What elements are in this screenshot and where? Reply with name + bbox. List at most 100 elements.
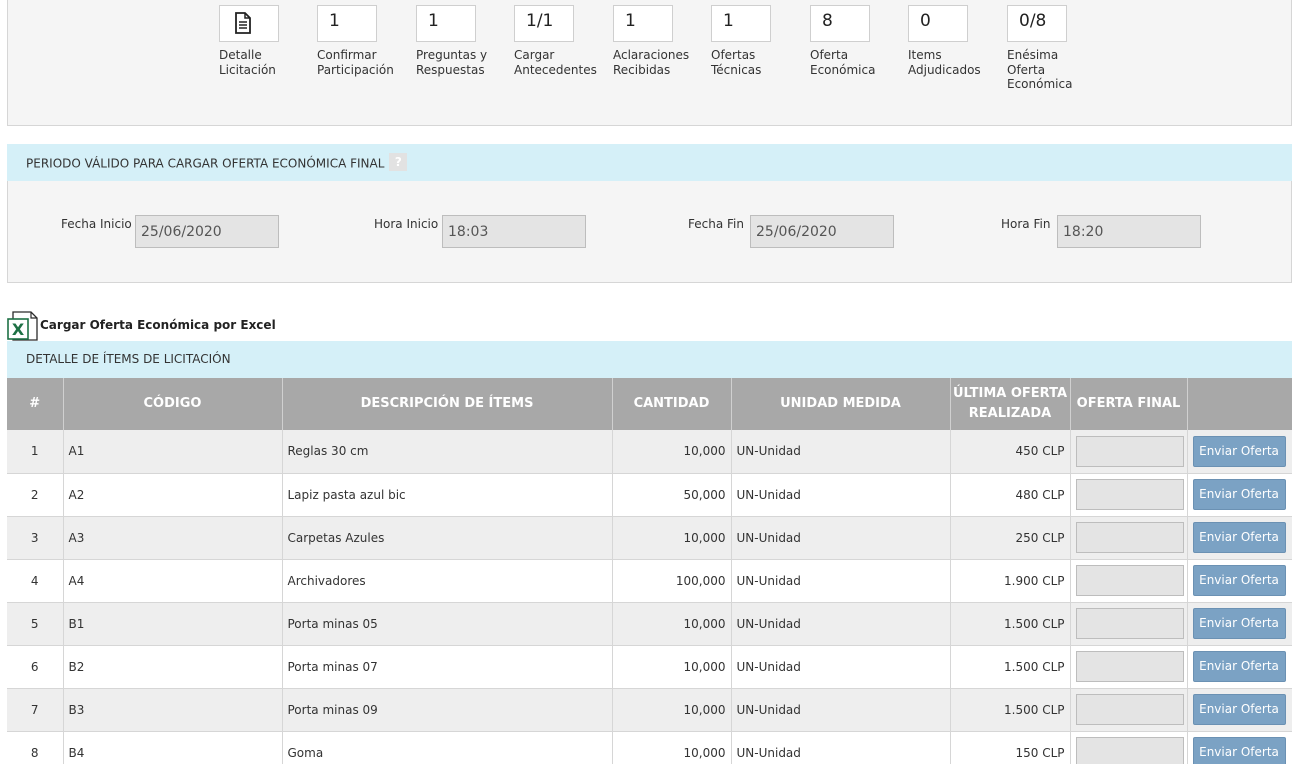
step-box[interactable] bbox=[219, 5, 279, 42]
oferta-final-input[interactable] bbox=[1075, 522, 1184, 553]
step-preguntas-respuestas[interactable]: 1 Preguntas y Respuestas bbox=[416, 5, 511, 77]
hora-fin-field[interactable]: 18:20 bbox=[1057, 215, 1201, 248]
cell-action: Enviar Oferta bbox=[1187, 430, 1292, 474]
step-cargar-antecedentes[interactable]: 1/1 Cargar Antecedentes bbox=[514, 5, 609, 77]
step-box[interactable]: 8 bbox=[810, 5, 870, 42]
cell-num: 1 bbox=[7, 430, 64, 474]
step-oferta-economica[interactable]: 8 Oferta Económica bbox=[810, 5, 905, 77]
cell-ultima-oferta: 480 CLP bbox=[950, 473, 1071, 517]
col-codigo-header: CÓDIGO bbox=[63, 378, 283, 430]
cell-oferta-final bbox=[1070, 430, 1188, 474]
oferta-final-input[interactable] bbox=[1075, 608, 1184, 639]
cell-action: Enviar Oferta bbox=[1187, 473, 1292, 517]
cell-unidad: UN-Unidad bbox=[731, 559, 951, 603]
oferta-final-input[interactable] bbox=[1075, 565, 1184, 596]
help-icon[interactable]: ? bbox=[389, 153, 408, 171]
table-row: 7 B3 Porta minas 09 10,000 UN-Unidad 1.5… bbox=[7, 688, 1292, 732]
enviar-oferta-button[interactable]: Enviar Oferta bbox=[1192, 479, 1286, 510]
cell-codigo: A1 bbox=[63, 430, 283, 474]
enviar-oferta-button[interactable]: Enviar Oferta bbox=[1192, 694, 1286, 725]
cargar-excel-label[interactable]: Cargar Oferta Económica por Excel bbox=[40, 318, 276, 332]
cell-codigo: B1 bbox=[63, 602, 283, 646]
cell-descripcion: Carpetas Azules bbox=[282, 516, 613, 560]
step-box[interactable]: 1 bbox=[317, 5, 377, 42]
excel-icon: X bbox=[7, 311, 38, 341]
col-num-header: # bbox=[7, 378, 64, 430]
hora-inicio-field[interactable]: 18:03 bbox=[442, 215, 586, 248]
step-aclaraciones-recibidas[interactable]: 1 Aclaraciones Recibidas bbox=[613, 5, 708, 77]
oferta-final-input[interactable] bbox=[1075, 479, 1184, 510]
step-confirmar-participacion[interactable]: 1 Confirmar Participación bbox=[317, 5, 412, 77]
cell-unidad: UN-Unidad bbox=[731, 516, 951, 560]
cell-unidad: UN-Unidad bbox=[731, 645, 951, 689]
step-box[interactable]: 1 bbox=[711, 5, 771, 42]
cell-oferta-final bbox=[1070, 559, 1188, 603]
cell-num: 2 bbox=[7, 473, 64, 517]
step-box[interactable]: 1 bbox=[613, 5, 673, 42]
cell-cantidad: 50,000 bbox=[612, 473, 732, 517]
col-ultima-oferta-header: ÚLTIMA OFERTA REALIZADA bbox=[950, 378, 1071, 430]
cell-cantidad: 10,000 bbox=[612, 516, 732, 560]
step-box[interactable]: 1/1 bbox=[514, 5, 574, 42]
cell-descripcion: Goma bbox=[282, 731, 613, 764]
document-icon bbox=[235, 12, 251, 34]
step-enesima-oferta-economica[interactable]: 0/8 Enésima Oferta Económica bbox=[1007, 5, 1102, 92]
col-action-header bbox=[1187, 378, 1292, 430]
oferta-final-input[interactable] bbox=[1075, 737, 1184, 764]
steps-panel: Detalle Licitación 1 Confirmar Participaci… bbox=[7, 0, 1292, 126]
cell-cantidad: 10,000 bbox=[612, 688, 732, 732]
periodo-panel: Fecha Inicio 25/06/2020 Hora Inicio 18:0… bbox=[7, 181, 1292, 283]
step-box[interactable]: 1 bbox=[416, 5, 476, 42]
step-detalle-licitacion[interactable]: Detalle Licitación bbox=[219, 5, 314, 77]
periodo-header: PERIODO VÁLIDO PARA CARGAR OFERTA ECONÓM… bbox=[7, 144, 1292, 181]
cell-num: 7 bbox=[7, 688, 64, 732]
cell-codigo: B4 bbox=[63, 731, 283, 764]
cell-descripcion: Porta minas 09 bbox=[282, 688, 613, 732]
step-items-adjudicados[interactable]: 0 Items Adjudicados bbox=[908, 5, 1003, 77]
cell-action: Enviar Oferta bbox=[1187, 645, 1292, 689]
enviar-oferta-button[interactable]: Enviar Oferta bbox=[1192, 435, 1286, 467]
step-label: Detalle Licitación bbox=[219, 48, 276, 77]
cell-codigo: A3 bbox=[63, 516, 283, 560]
table-row: 1 A1 Reglas 30 cm 10,000 UN-Unidad 450 C… bbox=[7, 430, 1292, 474]
cell-descripcion: Reglas 30 cm bbox=[282, 430, 613, 474]
cell-ultima-oferta: 450 CLP bbox=[950, 430, 1071, 474]
step-label: Cargar Antecedentes bbox=[514, 48, 597, 77]
step-label: Enésima Oferta Económica bbox=[1007, 48, 1073, 91]
step-box[interactable]: 0 bbox=[908, 5, 968, 42]
cell-action: Enviar Oferta bbox=[1187, 688, 1292, 732]
cell-oferta-final bbox=[1070, 602, 1188, 646]
table-row: 6 B2 Porta minas 07 10,000 UN-Unidad 1.5… bbox=[7, 645, 1292, 689]
cell-descripcion: Lapiz pasta azul bic bbox=[282, 473, 613, 517]
table-row: 3 A3 Carpetas Azules 10,000 UN-Unidad 25… bbox=[7, 516, 1292, 560]
enviar-oferta-button[interactable]: Enviar Oferta bbox=[1192, 565, 1286, 596]
enviar-oferta-button[interactable]: Enviar Oferta bbox=[1192, 737, 1286, 764]
cell-ultima-oferta: 1.900 CLP bbox=[950, 559, 1071, 603]
enviar-oferta-button[interactable]: Enviar Oferta bbox=[1192, 608, 1286, 639]
enviar-oferta-button[interactable]: Enviar Oferta bbox=[1192, 651, 1286, 682]
cell-oferta-final bbox=[1070, 731, 1188, 764]
cell-unidad: UN-Unidad bbox=[731, 688, 951, 732]
fecha-inicio-label: Fecha Inicio bbox=[61, 217, 132, 231]
oferta-final-input[interactable] bbox=[1075, 651, 1184, 682]
step-ofertas-tecnicas[interactable]: 1 Ofertas Técnicas bbox=[711, 5, 806, 77]
items-table: # CÓDIGO DESCRIPCIÓN DE ÍTEMS CANTIDAD U… bbox=[7, 378, 1292, 764]
fecha-inicio-field[interactable]: 25/06/2020 bbox=[135, 215, 279, 248]
cell-action: Enviar Oferta bbox=[1187, 516, 1292, 560]
step-box[interactable]: 0/8 bbox=[1007, 5, 1067, 42]
enviar-oferta-button[interactable]: Enviar Oferta bbox=[1192, 522, 1286, 553]
cell-cantidad: 10,000 bbox=[612, 731, 732, 764]
col-descripcion-header: DESCRIPCIÓN DE ÍTEMS bbox=[282, 378, 613, 430]
oferta-final-input[interactable] bbox=[1075, 435, 1184, 467]
table-row: 2 A2 Lapiz pasta azul bic 50,000 UN-Unid… bbox=[7, 473, 1292, 517]
cell-ultima-oferta: 1.500 CLP bbox=[950, 645, 1071, 689]
table-row: 4 A4 Archivadores 100,000 UN-Unidad 1.90… bbox=[7, 559, 1292, 603]
cell-action: Enviar Oferta bbox=[1187, 602, 1292, 646]
cell-num: 6 bbox=[7, 645, 64, 689]
cell-ultima-oferta: 1.500 CLP bbox=[950, 688, 1071, 732]
fecha-fin-field[interactable]: 25/06/2020 bbox=[750, 215, 894, 248]
cell-action: Enviar Oferta bbox=[1187, 559, 1292, 603]
cell-action: Enviar Oferta bbox=[1187, 731, 1292, 764]
cell-num: 4 bbox=[7, 559, 64, 603]
oferta-final-input[interactable] bbox=[1075, 694, 1184, 725]
